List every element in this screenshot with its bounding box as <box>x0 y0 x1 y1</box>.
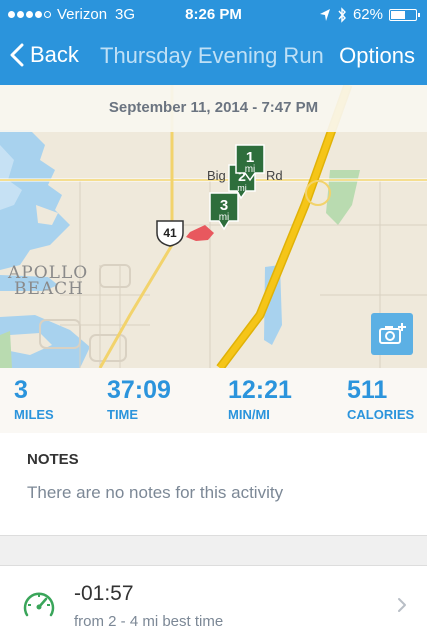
stat-calories: 511 CALORIES <box>347 376 414 422</box>
options-button[interactable]: Options <box>339 43 415 69</box>
stat-label: MIN/MI <box>228 407 270 422</box>
activity-date: September 11, 2014 - 7:47 PM <box>0 85 427 132</box>
svg-text:mi: mi <box>245 164 256 175</box>
speedometer-icon <box>23 592 55 617</box>
chevron-left-icon <box>10 43 24 67</box>
navigation-bar: Back Thursday Evening Run Options <box>0 30 427 85</box>
best-time-delta: -01:57 <box>74 582 134 605</box>
svg-text:mi: mi <box>237 183 247 193</box>
notes-section[interactable]: NOTES There are no notes for this activi… <box>0 433 427 536</box>
notes-title: NOTES <box>27 451 79 468</box>
best-time-subtitle: from 2 - 4 mi best time <box>74 613 224 630</box>
stat-label: TIME <box>107 407 139 422</box>
town-label-line2: BEACH <box>14 279 84 299</box>
location-arrow-icon <box>319 8 330 21</box>
activity-stats: 3 MILES 37:09 TIME 12:21 MIN/MI 511 CALO… <box>0 368 427 434</box>
notes-text: There are no notes for this activity <box>27 483 284 502</box>
stat-pace: 12:21 MIN/MI <box>228 376 292 422</box>
route-shield-41: 41 <box>156 220 184 247</box>
stat-value: 3 <box>14 376 28 404</box>
status-bar: Verizon 3G 8:26 PM 62% <box>0 0 427 30</box>
stat-label: CALORIES <box>347 407 415 422</box>
battery-icon <box>389 8 420 21</box>
stat-time: 37:09 TIME <box>107 376 171 422</box>
back-button[interactable]: Back <box>10 42 79 68</box>
stat-value: 511 <box>347 376 388 404</box>
bluetooth-icon <box>338 6 346 23</box>
stat-distance: 3 MILES <box>14 376 54 422</box>
stat-value: 37:09 <box>107 376 171 404</box>
battery-percent: 62% <box>352 6 383 23</box>
svg-text:mi: mi <box>219 212 230 223</box>
chevron-right-icon <box>398 598 406 612</box>
road-label-rd: Rd <box>266 168 283 183</box>
camera-icon <box>379 323 406 344</box>
best-time-row[interactable]: -01:57 from 2 - 4 mi best time <box>0 565 427 641</box>
add-photo-button[interactable] <box>371 313 413 355</box>
page-title: Thursday Evening Run <box>100 43 324 68</box>
stat-label: MILES <box>14 407 54 422</box>
stat-value: 12:21 <box>228 376 292 404</box>
mile-marker-3[interactable]: 3 mi <box>209 192 239 231</box>
back-label: Back <box>30 42 79 67</box>
svg-text:41: 41 <box>163 226 177 240</box>
road-label-big: Big <box>207 168 226 183</box>
